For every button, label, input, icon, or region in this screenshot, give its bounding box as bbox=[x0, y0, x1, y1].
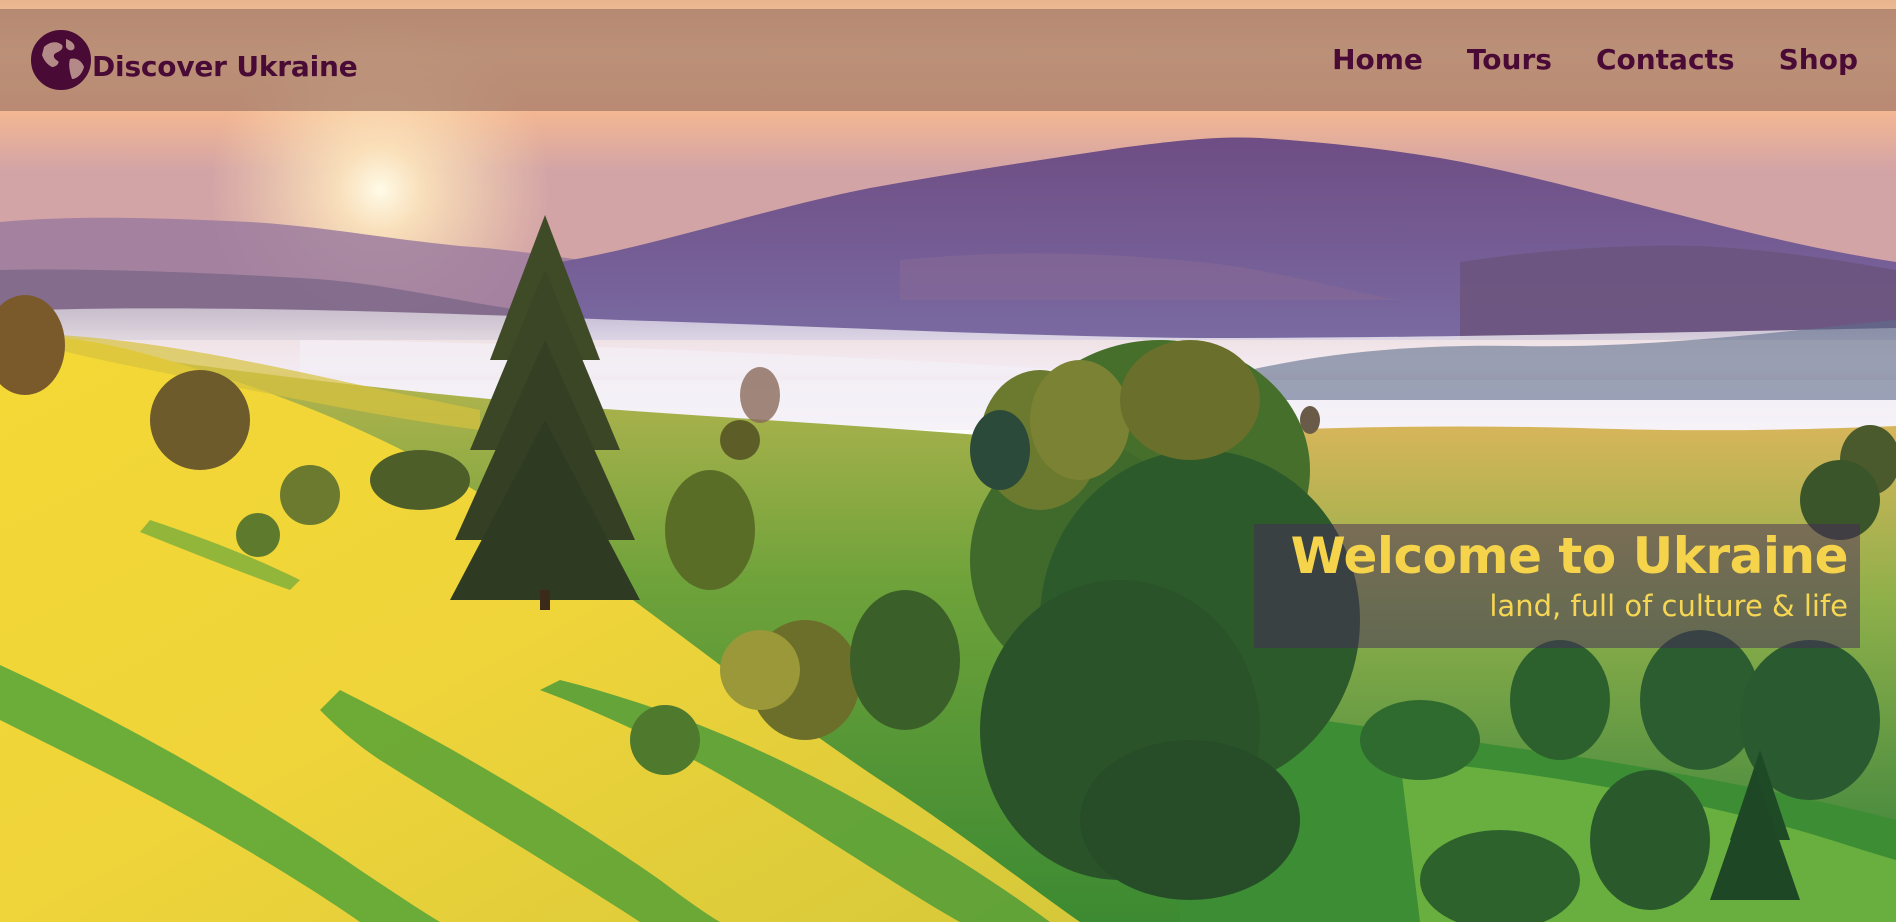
welcome-subtitle: land, full of culture & life bbox=[1489, 589, 1848, 623]
site-header: Discover Ukraine Home Tours Contacts Sho… bbox=[0, 9, 1896, 111]
nav-shop[interactable]: Shop bbox=[1779, 43, 1858, 76]
hero-banner bbox=[0, 0, 1896, 922]
main-nav: Home Tours Contacts Shop bbox=[1332, 43, 1858, 76]
nav-contacts[interactable]: Contacts bbox=[1596, 43, 1735, 76]
brand-link[interactable]: Discover Ukraine bbox=[30, 29, 358, 91]
nav-tours[interactable]: Tours bbox=[1467, 43, 1552, 76]
welcome-banner: Welcome to Ukraine land, full of culture… bbox=[1254, 524, 1860, 648]
hero-landscape-image bbox=[0, 0, 1896, 922]
nav-home[interactable]: Home bbox=[1332, 43, 1423, 76]
welcome-title: Welcome to Ukraine bbox=[1290, 527, 1849, 585]
globe-icon bbox=[31, 30, 91, 90]
brand-name: Discover Ukraine bbox=[92, 49, 358, 83]
